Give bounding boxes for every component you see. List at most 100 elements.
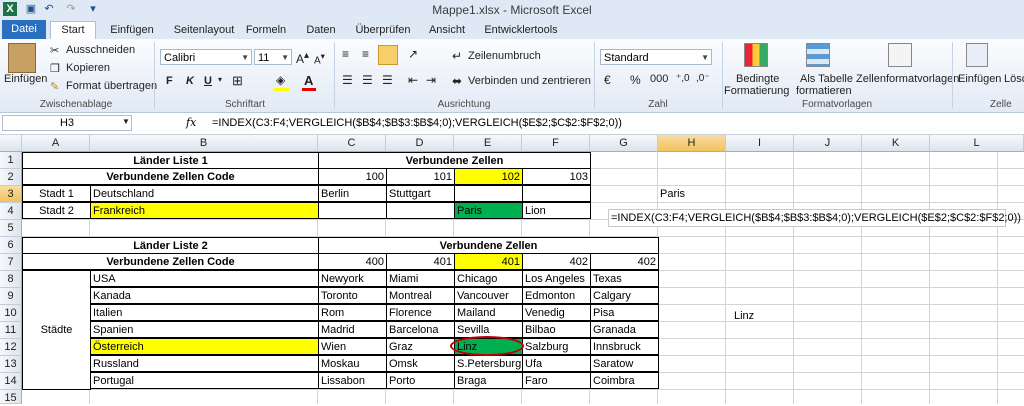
tab-ansicht[interactable]: Ansicht [426,22,468,39]
cell-F4[interactable]: Lion [522,202,591,219]
cell-B7[interactable]: Verbundene Zellen Code [22,253,319,270]
row-header[interactable]: 2 [0,169,22,186]
row-header[interactable]: 13 [0,356,22,373]
city-cell[interactable]: Vancouver [454,287,523,304]
grow-font-icon[interactable]: A▴ [296,50,309,66]
format-painter-icon[interactable]: ✎ [50,80,59,93]
country-cell[interactable]: Portugal [90,372,319,389]
city-cell[interactable]: Barcelona [386,321,455,338]
city-cell[interactable]: Bilbao [522,321,591,338]
increase-indent-icon[interactable]: ⇥ [426,73,436,87]
country-cell[interactable]: Spanien [90,321,319,338]
city-cell[interactable]: Ufa [522,355,591,372]
cell-D3[interactable]: Stuttgart [386,185,455,202]
city-cell[interactable]: Edmonton [522,287,591,304]
chevron-down-icon[interactable]: ▼ [122,117,130,126]
cell-C7[interactable]: 400 [318,253,387,270]
cell-styles-button[interactable]: Zellenformatvorlagen [856,73,959,85]
cell-A3[interactable]: Stadt 1 [22,185,91,202]
conditional-formatting-icon[interactable] [744,43,768,67]
format-painter-button[interactable]: Format übertragen [66,80,157,92]
row-header[interactable]: 12 [0,339,22,356]
row-header[interactable]: 5 [0,220,22,237]
city-cell[interactable]: S.Petersburg [454,355,523,372]
name-box[interactable]: H3 [2,115,132,131]
city-cell[interactable]: Omsk [386,355,455,372]
row-header[interactable]: 6 [0,237,22,254]
city-cell[interactable]: Moskau [318,355,387,372]
merge-center-icon[interactable]: ⬌ [452,74,462,88]
cell-B3[interactable]: Deutschland [90,185,319,202]
align-bottom-icon[interactable] [378,45,398,65]
cell-E7[interactable]: 401 [454,253,523,270]
tab-start[interactable]: Start [50,21,96,39]
city-cell[interactable]: Faro [522,372,591,389]
cell-E3[interactable] [454,185,523,202]
row-header[interactable]: 1 [0,152,22,169]
tab-ueberpruefen[interactable]: Überprüfen [352,22,414,39]
cell-D4[interactable] [386,202,455,219]
cell-B4[interactable]: Frankreich [90,202,319,219]
column-header[interactable]: G [590,135,658,152]
formula-input[interactable]: =INDEX(C3:F4;VERGLEICH($B$4;$B$3:$B$4;0)… [212,117,622,129]
format-as-table-icon[interactable] [806,43,830,67]
column-header[interactable]: J [794,135,862,152]
copy-button[interactable]: Kopieren [66,62,110,74]
cell-styles-icon[interactable] [888,43,912,67]
city-cell[interactable]: Florence [386,304,455,321]
city-cell[interactable]: Chicago [454,270,523,287]
cell-F3[interactable] [522,185,591,202]
row-header[interactable]: 8 [0,271,22,288]
cell-A4[interactable]: Stadt 2 [22,202,91,219]
currency-icon[interactable]: € [604,73,611,87]
column-header[interactable]: F [522,135,590,152]
formula-text-box[interactable]: =INDEX(C3:F4;VERGLEICH($B$4;$B$3:$B$4;0)… [608,209,1021,227]
row-header[interactable]: 9 [0,288,22,305]
city-cell[interactable]: Texas [590,270,659,287]
city-cell[interactable]: Wien [318,338,387,355]
shrink-font-icon[interactable]: A▾ [314,51,325,66]
tab-entwicklertools[interactable]: Entwicklertools [482,22,560,39]
chevron-down-icon[interactable]: ▾ [218,75,222,84]
cell-H3[interactable]: Paris [658,186,726,203]
paste-icon[interactable] [8,43,36,73]
thousands-icon[interactable]: 000 [650,73,668,85]
city-cell[interactable]: Saratow [590,355,659,372]
column-header[interactable]: K [862,135,930,152]
row-header[interactable]: 15 [0,390,22,404]
row-header[interactable]: 4 [0,203,22,220]
scissors-icon[interactable]: ✂ [50,44,59,57]
wrap-text-button[interactable]: Zeilenumbruch [468,50,541,62]
cell-E4[interactable]: Paris [454,202,523,219]
country-cell[interactable]: Kanada [90,287,319,304]
insert-cells-icon[interactable] [966,43,988,67]
row-header[interactable]: 14 [0,373,22,390]
column-header[interactable]: E [454,135,522,152]
conditional-formatting-button-line2[interactable]: Formatierung [724,85,789,97]
cell-D7[interactable]: 401 [386,253,455,270]
cell-C6[interactable]: Verbundene Zellen [318,237,659,254]
font-size-select[interactable]: 11 ▼ [254,49,292,65]
tab-seitenlayout[interactable]: Seitenlayout [168,22,240,39]
column-header[interactable]: A [22,135,90,152]
select-all-corner[interactable] [0,135,22,152]
tab-datei[interactable]: Datei [2,20,46,39]
column-header[interactable]: D [386,135,454,152]
cell-C4[interactable] [318,202,387,219]
cell-B1[interactable]: Länder Liste 1 [22,152,319,169]
orientation-icon[interactable]: ↗ [408,47,418,61]
increase-decimal-icon[interactable]: ⁺,0 [676,73,690,84]
column-header-selected[interactable]: H [658,135,726,152]
city-cell[interactable]: Coimbra [590,372,659,389]
cut-button[interactable]: Ausschneiden [66,44,135,56]
country-cell[interactable]: USA [90,270,319,287]
city-cell[interactable]: Salzburg [522,338,591,355]
tab-einfuegen[interactable]: Einfügen [100,22,164,39]
cell-B6[interactable]: Länder Liste 2 [22,237,319,254]
align-center-icon[interactable]: ☰ [362,73,373,87]
format-as-table-button[interactable]: Als Tabelle [800,73,853,85]
cell-C1[interactable]: Verbundene Zellen [318,152,591,169]
city-cell[interactable]: Venedig [522,304,591,321]
cell-C3[interactable]: Berlin [318,185,387,202]
underline-button[interactable]: U [204,75,212,87]
